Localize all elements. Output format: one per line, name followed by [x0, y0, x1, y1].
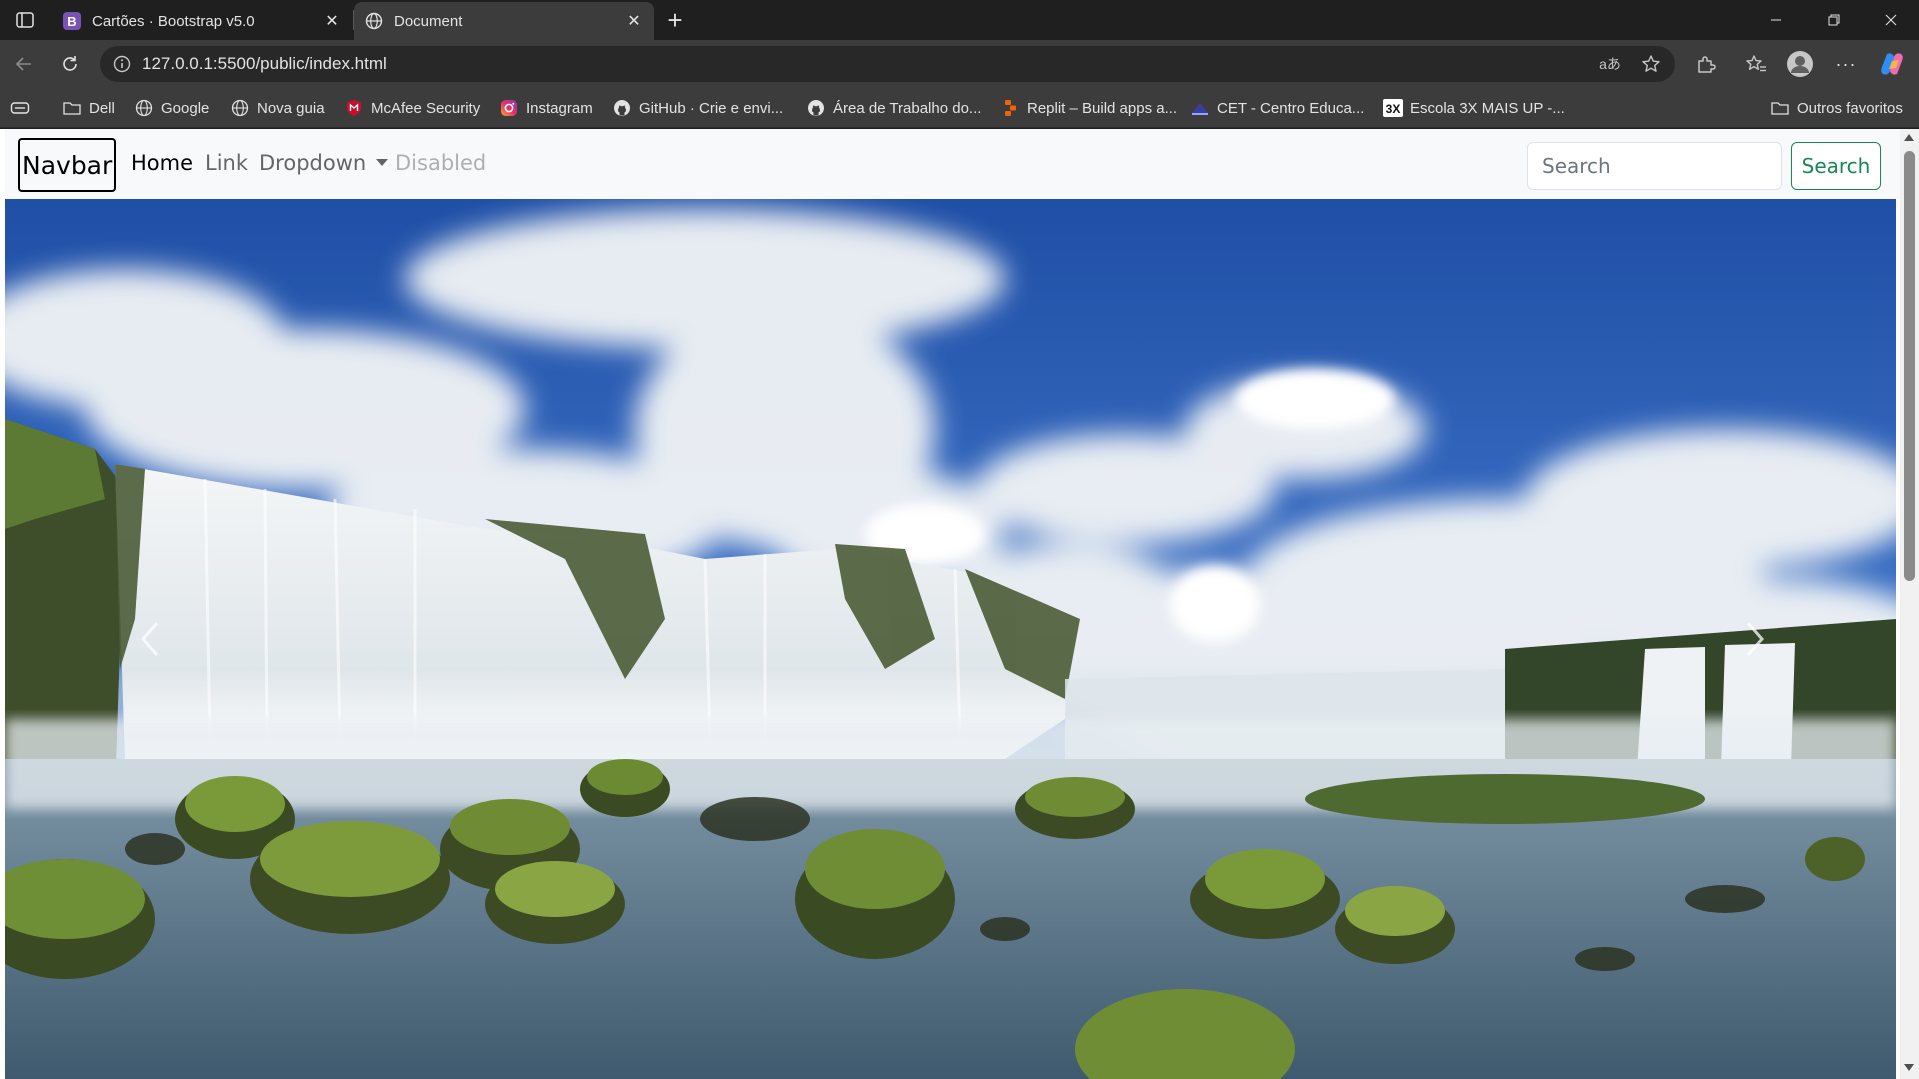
scroll-down-arrow-icon[interactable] [1904, 1064, 1914, 1071]
bookmark-replit[interactable]: Replit – Build apps a... [1000, 96, 1177, 120]
bookmark-nova-guia[interactable]: Nova guia [230, 96, 325, 120]
tab-actions-icon[interactable] [10, 8, 40, 32]
close-tab-icon[interactable]: ✕ [624, 11, 644, 31]
nav-dropdown-toggle[interactable]: Dropdown [259, 151, 389, 175]
bookmark-dell[interactable]: Dell [62, 96, 115, 120]
caret-down-icon [376, 158, 389, 166]
bookmark-label: Google [161, 99, 210, 117]
tab-title: Cartões · Bootstrap v5.0 [92, 12, 255, 30]
close-tab-icon[interactable]: ✕ [322, 11, 342, 31]
carousel [5, 199, 1896, 1079]
bookmark-label: Nova guia [257, 99, 325, 117]
more-options-icon[interactable]: ··· [1830, 48, 1862, 80]
scrollbar-thumb[interactable] [1904, 151, 1915, 581]
site-info-icon[interactable] [104, 46, 140, 82]
tab-bootstrap-cards[interactable]: B Cartões · Bootstrap v5.0 ✕ [52, 2, 352, 40]
nav-dropdown-label: Dropdown [259, 151, 367, 175]
close-window-icon[interactable] [1862, 0, 1919, 40]
bookmark-label: Instagram [526, 99, 593, 117]
navbar-brand[interactable]: Navbar [18, 138, 117, 192]
cet-icon [1190, 98, 1210, 118]
replit-icon [1000, 98, 1020, 118]
other-favorites-label: Outros favoritos [1797, 99, 1903, 117]
bookmark-label: CET - Centro Educa... [1217, 99, 1365, 117]
favorites-icon[interactable] [1740, 48, 1772, 80]
svg-text:3X: 3X [1386, 102, 1401, 116]
carousel-prev-icon[interactable] [90, 549, 210, 729]
github-icon [806, 98, 826, 118]
bookmark-label: Área de Trabalho do... [833, 99, 982, 117]
tab-strip: B Cartões · Bootstrap v5.0 ✕ Document ✕ … [0, 0, 1919, 40]
minimize-icon[interactable] [1747, 0, 1805, 40]
svg-text:B: B [67, 14, 76, 29]
sidebar-toggle-icon[interactable] [10, 96, 30, 120]
bookmark-cet[interactable]: CET - Centro Educa... [1190, 96, 1364, 120]
github-icon [612, 98, 632, 118]
page-viewport: Navbar Home Link Dropdown Disabled Searc… [0, 129, 1919, 1079]
back-arrow-icon[interactable] [8, 48, 40, 80]
folder-icon [62, 98, 82, 118]
address-bar[interactable]: 127.0.0.1:5500/public/index.html aあ [100, 46, 1675, 82]
bookmark-area-de-trabalho[interactable]: Área de Trabalho do... [806, 96, 981, 120]
instagram-icon [499, 98, 519, 118]
tab-document[interactable]: Document ✕ [354, 2, 654, 40]
reload-icon[interactable] [54, 48, 86, 80]
bookmark-label: McAfee Security [371, 99, 481, 117]
3x-icon: 3X [1383, 98, 1403, 118]
restore-icon[interactable] [1805, 0, 1863, 40]
tab-title: Document [394, 12, 463, 30]
globe-icon [134, 98, 154, 118]
carousel-next-icon[interactable] [1695, 549, 1815, 729]
bookmark-label: Replit – Build apps a... [1027, 99, 1178, 117]
bookmark-github[interactable]: GitHub · Crie e envi... [612, 96, 783, 120]
bootstrap-icon: B [62, 11, 82, 31]
mcafee-icon [344, 98, 364, 118]
bookmark-google[interactable]: Google [134, 96, 209, 120]
waterfalls-image [5, 199, 1896, 1079]
search-button[interactable]: Search [1791, 142, 1881, 190]
globe-icon [364, 11, 384, 31]
copilot-icon[interactable] [1876, 48, 1908, 80]
scroll-up-arrow-icon[interactable] [1904, 134, 1914, 141]
nav-disabled-link: Disabled [395, 151, 487, 175]
nav-home-link[interactable]: Home [131, 151, 193, 175]
new-tab-icon[interactable]: + [660, 5, 690, 35]
globe-icon [230, 98, 250, 118]
bookmarks-bar: Dell Google Nova guia McAfee Security In… [0, 88, 1919, 128]
bookmark-label: GitHub · Crie e envi... [639, 99, 784, 117]
profile-avatar-icon[interactable] [1784, 48, 1816, 80]
add-favorite-star-icon[interactable] [1637, 51, 1665, 77]
vertical-scrollbar[interactable] [1900, 129, 1919, 1079]
browser-window: B Cartões · Bootstrap v5.0 ✕ Document ✕ … [0, 0, 1919, 1079]
extensions-puzzle-icon[interactable] [1690, 48, 1722, 80]
other-favorites[interactable]: Outros favoritos [1770, 96, 1903, 120]
bookmark-label: Dell [89, 99, 115, 117]
bookmark-escola-3x[interactable]: 3X Escola 3X MAIS UP -... [1383, 96, 1565, 120]
search-input[interactable] [1527, 142, 1782, 190]
read-aloud-icon[interactable]: aあ [1597, 52, 1623, 76]
url-text[interactable]: 127.0.0.1:5500/public/index.html [142, 54, 1675, 74]
navbar: Navbar Home Link Dropdown Disabled Searc… [5, 129, 1900, 199]
bookmark-instagram[interactable]: Instagram [499, 96, 593, 120]
folder-icon [1770, 98, 1790, 118]
bookmark-label: Escola 3X MAIS UP -... [1410, 99, 1565, 117]
nav-link-link[interactable]: Link [205, 151, 248, 175]
bookmark-mcafee[interactable]: McAfee Security [344, 96, 480, 120]
browser-toolbar: 127.0.0.1:5500/public/index.html aあ ··· [0, 40, 1919, 88]
